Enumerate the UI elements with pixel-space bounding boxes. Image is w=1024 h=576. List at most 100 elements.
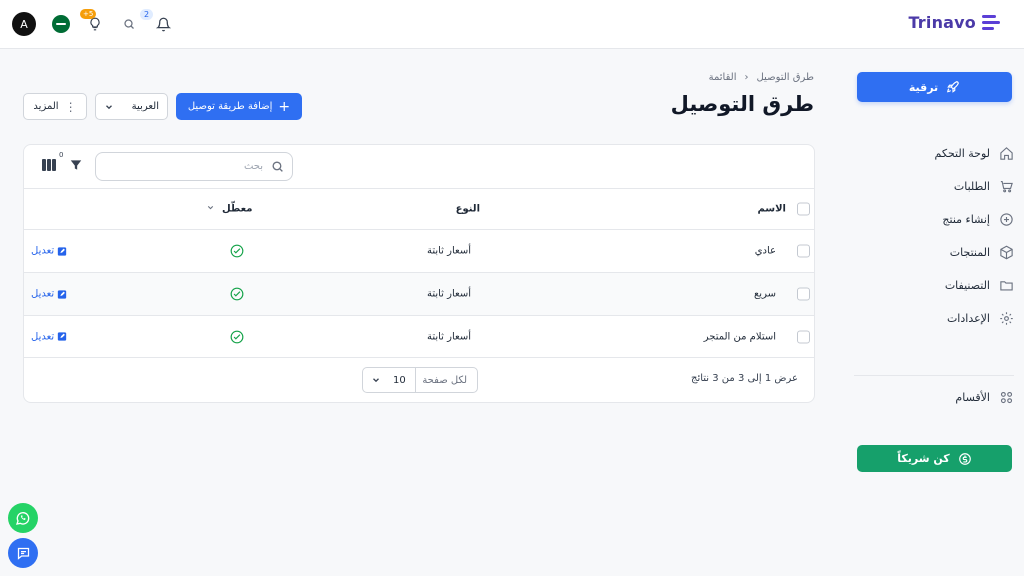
tips-badge: +5 [80,9,97,19]
sidebar-item-label: الإعدادات [946,312,990,325]
sidebar-item-products[interactable]: المنتجات [834,236,1014,269]
notifications-badge: 2 [140,9,154,20]
avatar[interactable]: A [12,12,36,36]
sidebar-item-label: الأقسام [955,391,990,404]
row-name: عادي [754,245,776,257]
header-actions: A +5 2 [12,9,172,36]
breadcrumb-current[interactable]: طرق التوصيل [756,72,814,83]
breadcrumb-parent[interactable]: القائمة [709,72,737,83]
column-type-header[interactable]: النوع [456,204,480,215]
sidebar-item-dashboard[interactable]: لوحة التحكم [834,137,1014,170]
sidebar-item-sections[interactable]: الأقسام [834,381,1014,414]
sidebar-item-label: إنشاء منتج [942,213,990,226]
chevron-down-icon [373,378,379,383]
partner-label: كن شريكاً [897,452,950,465]
brand-logo-icon [982,14,1000,32]
sidebar-item-label: التصنيفات [944,279,990,292]
per-page-label: لكل صفحة [422,374,467,386]
more-button[interactable]: ⋮ المزيد [23,93,87,120]
row-type: أسعار ثابتة [426,288,471,300]
edit-icon [58,332,67,341]
filter-count: 0 [59,151,64,159]
sidebar-item-create-product[interactable]: إنشاء منتج [834,203,1014,236]
columns-icon[interactable] [42,159,56,174]
column-name-header[interactable]: الاسم [757,204,786,215]
sidebar-item-label: لوحة التحكم [934,147,990,160]
chat-icon [17,547,29,560]
tips-button[interactable]: +5 [80,9,104,33]
whatsapp-button[interactable] [8,503,38,533]
bell-icon [155,17,171,31]
per-page-separator [415,368,416,392]
sidebar-item-categories[interactable]: التصنيفات [834,269,1014,302]
results-summary: عرض 1 إلى 3 من 3 نتائج [690,373,798,384]
saudi-flag-icon[interactable] [52,15,70,33]
table-toolbar: 0 [24,145,814,189]
folder-icon [998,278,1014,294]
row-checkbox[interactable] [797,244,810,258]
check-circle-icon [230,287,244,301]
table-row[interactable]: عادي أسعار ثابتة تعديل [24,230,814,273]
become-partner-button[interactable]: كن شريكاً [857,445,1012,472]
row-checkbox[interactable] [797,287,810,301]
rocket-icon [947,81,960,93]
kebab-icon: ⋮ [64,99,77,114]
sidebar: ترقية لوحة التحكم الطلبات إنشاء منتج الم… [814,49,1024,576]
search-icon [124,19,134,29]
dollar-circle-icon [958,452,971,465]
row-checkbox[interactable] [797,330,810,343]
edit-link[interactable]: تعديل [31,331,67,342]
lightbulb-icon [90,17,100,31]
upgrade-button[interactable]: ترقية [857,72,1012,102]
check-circle-icon [230,330,244,343]
brand[interactable]: Trinavo [908,13,1000,32]
search-button[interactable] [120,15,138,33]
row-type: أسعار ثابتة [426,245,471,257]
edit-icon [58,246,67,256]
filter-icon[interactable] [69,158,83,172]
more-label: المزيد [33,101,59,112]
add-delivery-method-button[interactable]: + إضافة طريقة توصيل [176,93,302,120]
page-title: طرق التوصيل [670,92,814,116]
sidebar-sections: الأقسام [834,381,1014,414]
sidebar-item-settings[interactable]: الإعدادات [834,302,1014,335]
whatsapp-icon [16,512,30,525]
chat-support-button[interactable] [8,538,38,568]
edit-link[interactable]: تعديل [31,289,67,300]
edit-label: تعديل [31,288,55,300]
edit-link[interactable]: تعديل [31,246,67,257]
column-disabled-header[interactable]: معطّل [222,204,253,215]
chevron-down-icon [106,104,112,109]
row-type: أسعار ثابتة [426,331,471,342]
grid-icon [998,390,1014,406]
edit-label: تعديل [31,245,55,257]
top-bar: Trinavo A +5 2 [0,0,1024,49]
sort-chevron-icon[interactable] [206,203,215,215]
add-label: إضافة طريقة توصيل [187,101,273,112]
cart-icon [998,179,1014,195]
search-field[interactable] [95,152,293,181]
search-input[interactable] [113,161,263,172]
language-value: العربية [131,101,159,112]
notifications-button[interactable]: 2 [140,9,172,33]
box-icon [998,245,1014,261]
language-select[interactable]: العربية [95,93,168,120]
plus-icon: + [278,98,291,115]
table-row[interactable]: استلام من المتجر أسعار ثابتة تعديل [24,316,814,358]
plus-circle-icon [998,212,1014,228]
select-all-checkbox[interactable] [797,202,810,216]
edit-label: تعديل [31,331,55,342]
table-footer: لكل صفحة 10 عرض 1 إلى 3 من 3 نتائج [24,357,814,402]
per-page-select[interactable]: لكل صفحة 10 [362,367,478,393]
table-row[interactable]: سريع أسعار ثابتة تعديل [24,273,814,316]
search-icon [272,161,283,172]
table-header: الاسم النوع معطّل [24,189,814,230]
row-name: سريع [753,288,776,300]
home-icon [998,146,1014,162]
sidebar-item-orders[interactable]: الطلبات [834,170,1014,203]
delivery-methods-card: 0 الاسم النوع معطّل عادي أسعار ثابتة تعد… [23,144,815,403]
check-circle-icon [230,244,244,258]
sidebar-item-label: المنتجات [949,246,990,259]
sidebar-item-label: الطلبات [953,180,990,193]
per-page-value: 10 [393,374,406,386]
